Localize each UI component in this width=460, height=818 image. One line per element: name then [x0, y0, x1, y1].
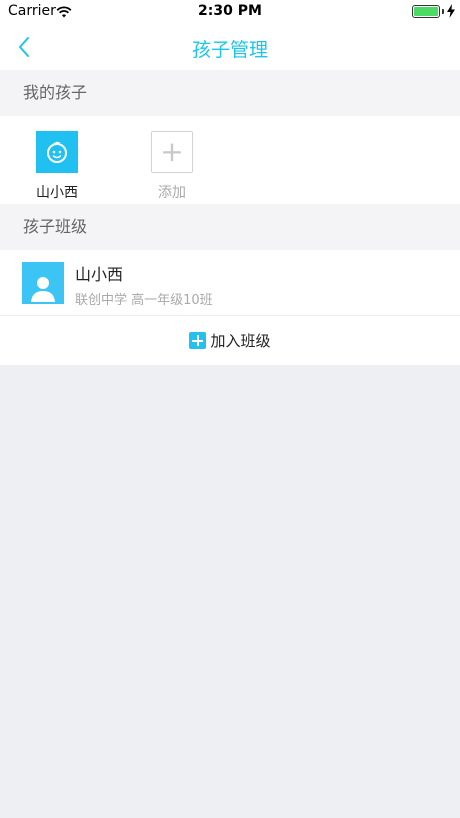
class-child-name: 山小西	[75, 265, 124, 284]
join-class-button[interactable]: 加入班级	[0, 316, 460, 365]
child-name: 山小西	[36, 185, 78, 201]
class-info: 联创中学 高一年级10班	[75, 293, 213, 308]
navigation-bar: 孩子管理	[0, 24, 460, 70]
page-title: 孩子管理	[191, 39, 268, 61]
add-child-label: 添加	[158, 185, 186, 201]
section-header-child-classes: 孩子班级	[0, 204, 460, 250]
person-avatar-icon	[22, 262, 64, 304]
status-bar: Carrier 2:30 PM	[0, 0, 460, 24]
clock: 2:30 PM	[198, 3, 262, 19]
child-face-icon	[47, 141, 67, 163]
add-child-button[interactable]: + 添加	[137, 131, 207, 202]
join-class-label: 加入班级	[210, 332, 271, 350]
plus-icon: +	[151, 131, 193, 173]
screen: Carrier 2:30 PM 孩子管理 我的孩子 山小西 + 添加 孩子班级 …	[0, 0, 460, 818]
child-avatar	[36, 131, 78, 173]
charging-icon	[447, 3, 455, 22]
battery-tip	[442, 9, 444, 14]
child-item[interactable]: 山小西	[22, 131, 92, 202]
children-list: 山小西 + 添加	[0, 116, 460, 204]
plus-square-icon	[189, 332, 207, 349]
battery-icon	[412, 5, 440, 18]
class-list-item[interactable]: 山小西 联创中学 高一年级10班	[0, 250, 460, 316]
join-class-content: 加入班级	[0, 330, 460, 351]
section-header-my-children: 我的孩子	[0, 70, 460, 116]
